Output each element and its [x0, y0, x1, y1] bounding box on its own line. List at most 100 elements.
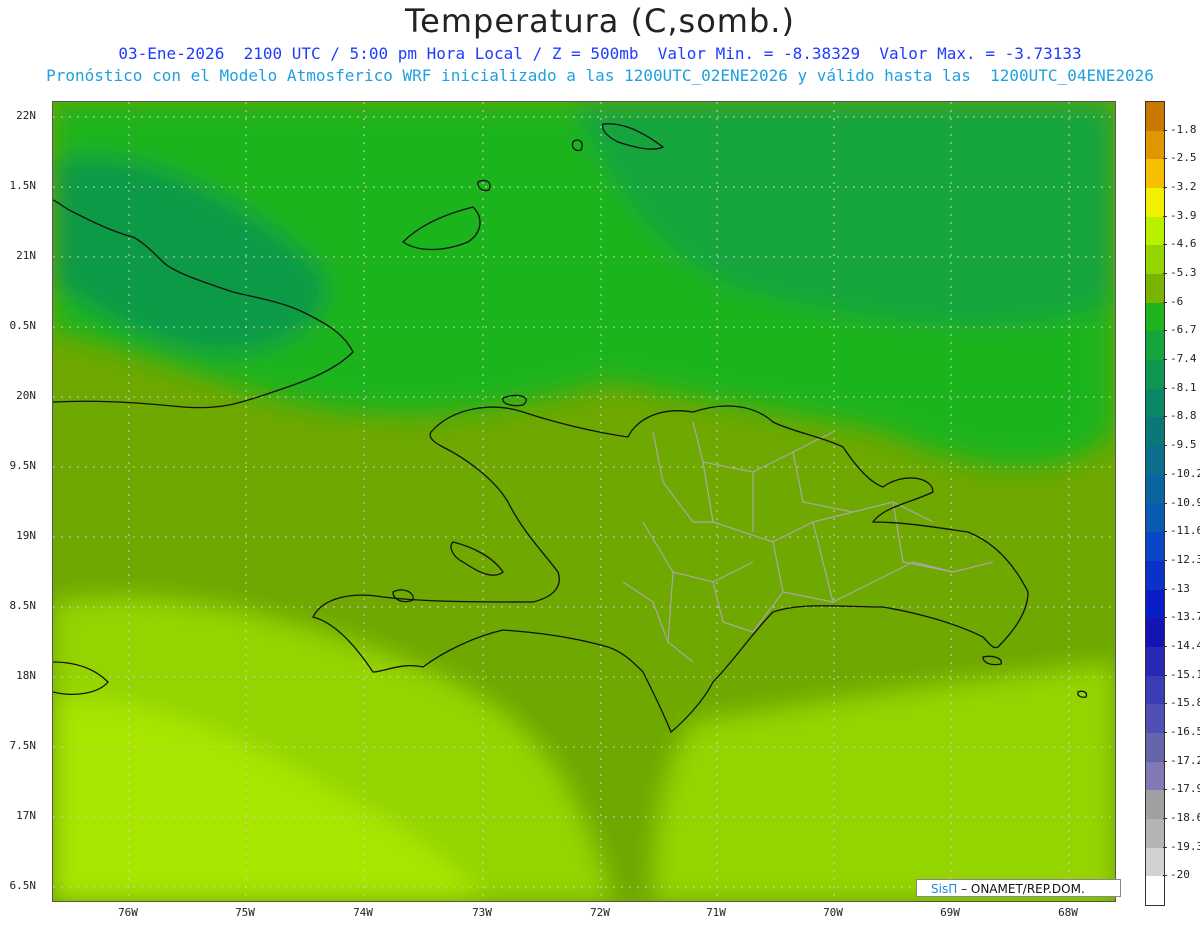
colorbar-label: -8.1	[1170, 380, 1197, 394]
y-tick-20n: 20N	[16, 389, 36, 402]
colorbar-tick	[1163, 760, 1167, 762]
x-tick-72w: 72W	[590, 906, 610, 919]
colorbar-label: -13	[1170, 581, 1190, 595]
colorbar-label: -17.2	[1170, 753, 1200, 767]
colorbar-tick	[1163, 273, 1167, 275]
colorbar-segment	[1146, 761, 1164, 791]
y-tick-21-5n: 1.5N	[9, 179, 37, 192]
y-tick-22n: 22N	[16, 109, 36, 122]
colorbar-segment	[1146, 188, 1164, 218]
colorbar-segment	[1146, 876, 1164, 906]
colorbar-tick	[1163, 846, 1167, 848]
colorbar-label: -17.9	[1170, 782, 1200, 796]
colorbar-segment	[1146, 302, 1164, 332]
x-tick-75w: 75W	[235, 906, 255, 919]
colorbar-tick	[1163, 244, 1167, 246]
colorbar-tick	[1163, 559, 1167, 561]
colorbar-tick	[1163, 588, 1167, 590]
map-panel	[52, 101, 1116, 902]
colorbar-tick	[1163, 387, 1167, 389]
colorbar-segment	[1146, 646, 1164, 677]
colorbar-label: -4.6	[1170, 237, 1197, 251]
x-tick-73w: 73W	[472, 906, 492, 919]
colorbar-tick	[1163, 531, 1167, 533]
colorbar-segment	[1146, 532, 1164, 562]
colorbar-label: -11.6	[1170, 524, 1200, 538]
colorbar-tick	[1163, 359, 1167, 361]
colorbar-tick	[1163, 473, 1167, 475]
colorbar-segment	[1146, 159, 1164, 189]
colorbar-label: -10.2	[1170, 466, 1200, 480]
y-tick-20-5n: 0.5N	[9, 319, 37, 332]
colorbar-label: -6	[1170, 294, 1184, 308]
colorbar-segment	[1146, 130, 1164, 160]
credit-brand: SisΠ	[931, 882, 958, 896]
y-tick-17n: 17N	[16, 809, 36, 822]
colorbar-label: -18.6	[1170, 810, 1200, 824]
colorbar-label: -10.9	[1170, 495, 1200, 509]
x-tick-71w: 71W	[706, 906, 726, 919]
colorbar-segment	[1146, 560, 1164, 591]
colorbar-label: -14.4	[1170, 638, 1200, 652]
y-tick-16-5n: 6.5N	[9, 879, 37, 892]
colorbar-label: -19.3	[1170, 839, 1200, 853]
colorbar-segment	[1146, 245, 1164, 275]
y-tick-21n: 21N	[16, 249, 36, 262]
map-title: Temperatura (C,somb.)	[405, 2, 795, 40]
colorbar-segment	[1146, 474, 1164, 504]
colorbar-segment	[1146, 446, 1164, 476]
y-tick-18n: 18N	[16, 669, 36, 682]
y-tick-17-5n: 7.5N	[9, 739, 37, 752]
colorbar-tick	[1163, 445, 1167, 447]
colorbar-label: -9.5	[1170, 438, 1197, 452]
colorbar-segment	[1146, 417, 1164, 447]
colorbar-segment	[1146, 589, 1164, 619]
colorbar-label: -13.7	[1170, 610, 1200, 624]
colorbar-tick	[1163, 129, 1167, 131]
colorbar-label: -3.2	[1170, 180, 1197, 194]
colorbar-tick	[1163, 502, 1167, 504]
colorbar-segment	[1146, 704, 1164, 734]
colorbar-label: -12.3	[1170, 552, 1200, 566]
colorbar-tick	[1163, 789, 1167, 791]
colorbar-label: -15.1	[1170, 667, 1200, 681]
colorbar-segment	[1146, 675, 1164, 705]
colorbar-label: -3.9	[1170, 208, 1197, 222]
colorbar-label: -6.7	[1170, 323, 1197, 337]
colorbar-tick	[1163, 645, 1167, 647]
colorbar-tick	[1163, 617, 1167, 619]
colorbar-tick	[1163, 187, 1167, 189]
colorbar-segment	[1146, 274, 1164, 304]
colorbar-tick	[1163, 674, 1167, 676]
colorbar-tick	[1163, 301, 1167, 303]
colorbar-tick	[1163, 416, 1167, 418]
colorbar-label: -20	[1170, 868, 1190, 882]
colorbar-segment	[1146, 331, 1164, 361]
colorbar-segment	[1146, 216, 1164, 246]
x-tick-70w: 70W	[823, 906, 843, 919]
colorbar-segment	[1146, 847, 1164, 877]
colorbar-tick	[1163, 158, 1167, 160]
colorbar-label: -1.8	[1170, 122, 1197, 136]
x-tick-76w: 76W	[118, 906, 138, 919]
colorbar-label: -15.8	[1170, 696, 1200, 710]
colorbar-label: -7.4	[1170, 352, 1197, 366]
colorbar-segment	[1146, 818, 1164, 849]
colorbar-tick	[1163, 731, 1167, 733]
colorbar	[1145, 101, 1165, 906]
colorbar-label: -16.5	[1170, 724, 1200, 738]
colorbar-segment	[1146, 790, 1164, 820]
y-tick-19-5n: 9.5N	[9, 459, 37, 472]
credit-text: – ONAMET/REP.DOM.	[961, 882, 1085, 896]
colorbar-segment	[1146, 618, 1164, 648]
y-tick-19n: 19N	[16, 529, 36, 542]
x-tick-69w: 69W	[940, 906, 960, 919]
temperature-field-map	[53, 102, 1115, 901]
colorbar-tick	[1163, 215, 1167, 217]
y-tick-18-5n: 8.5N	[9, 599, 37, 612]
colorbar-label: -2.5	[1170, 151, 1197, 165]
x-tick-68w: 68W	[1058, 906, 1078, 919]
colorbar-segment	[1146, 102, 1164, 132]
x-tick-74w: 74W	[353, 906, 373, 919]
colorbar-label: -8.8	[1170, 409, 1197, 423]
